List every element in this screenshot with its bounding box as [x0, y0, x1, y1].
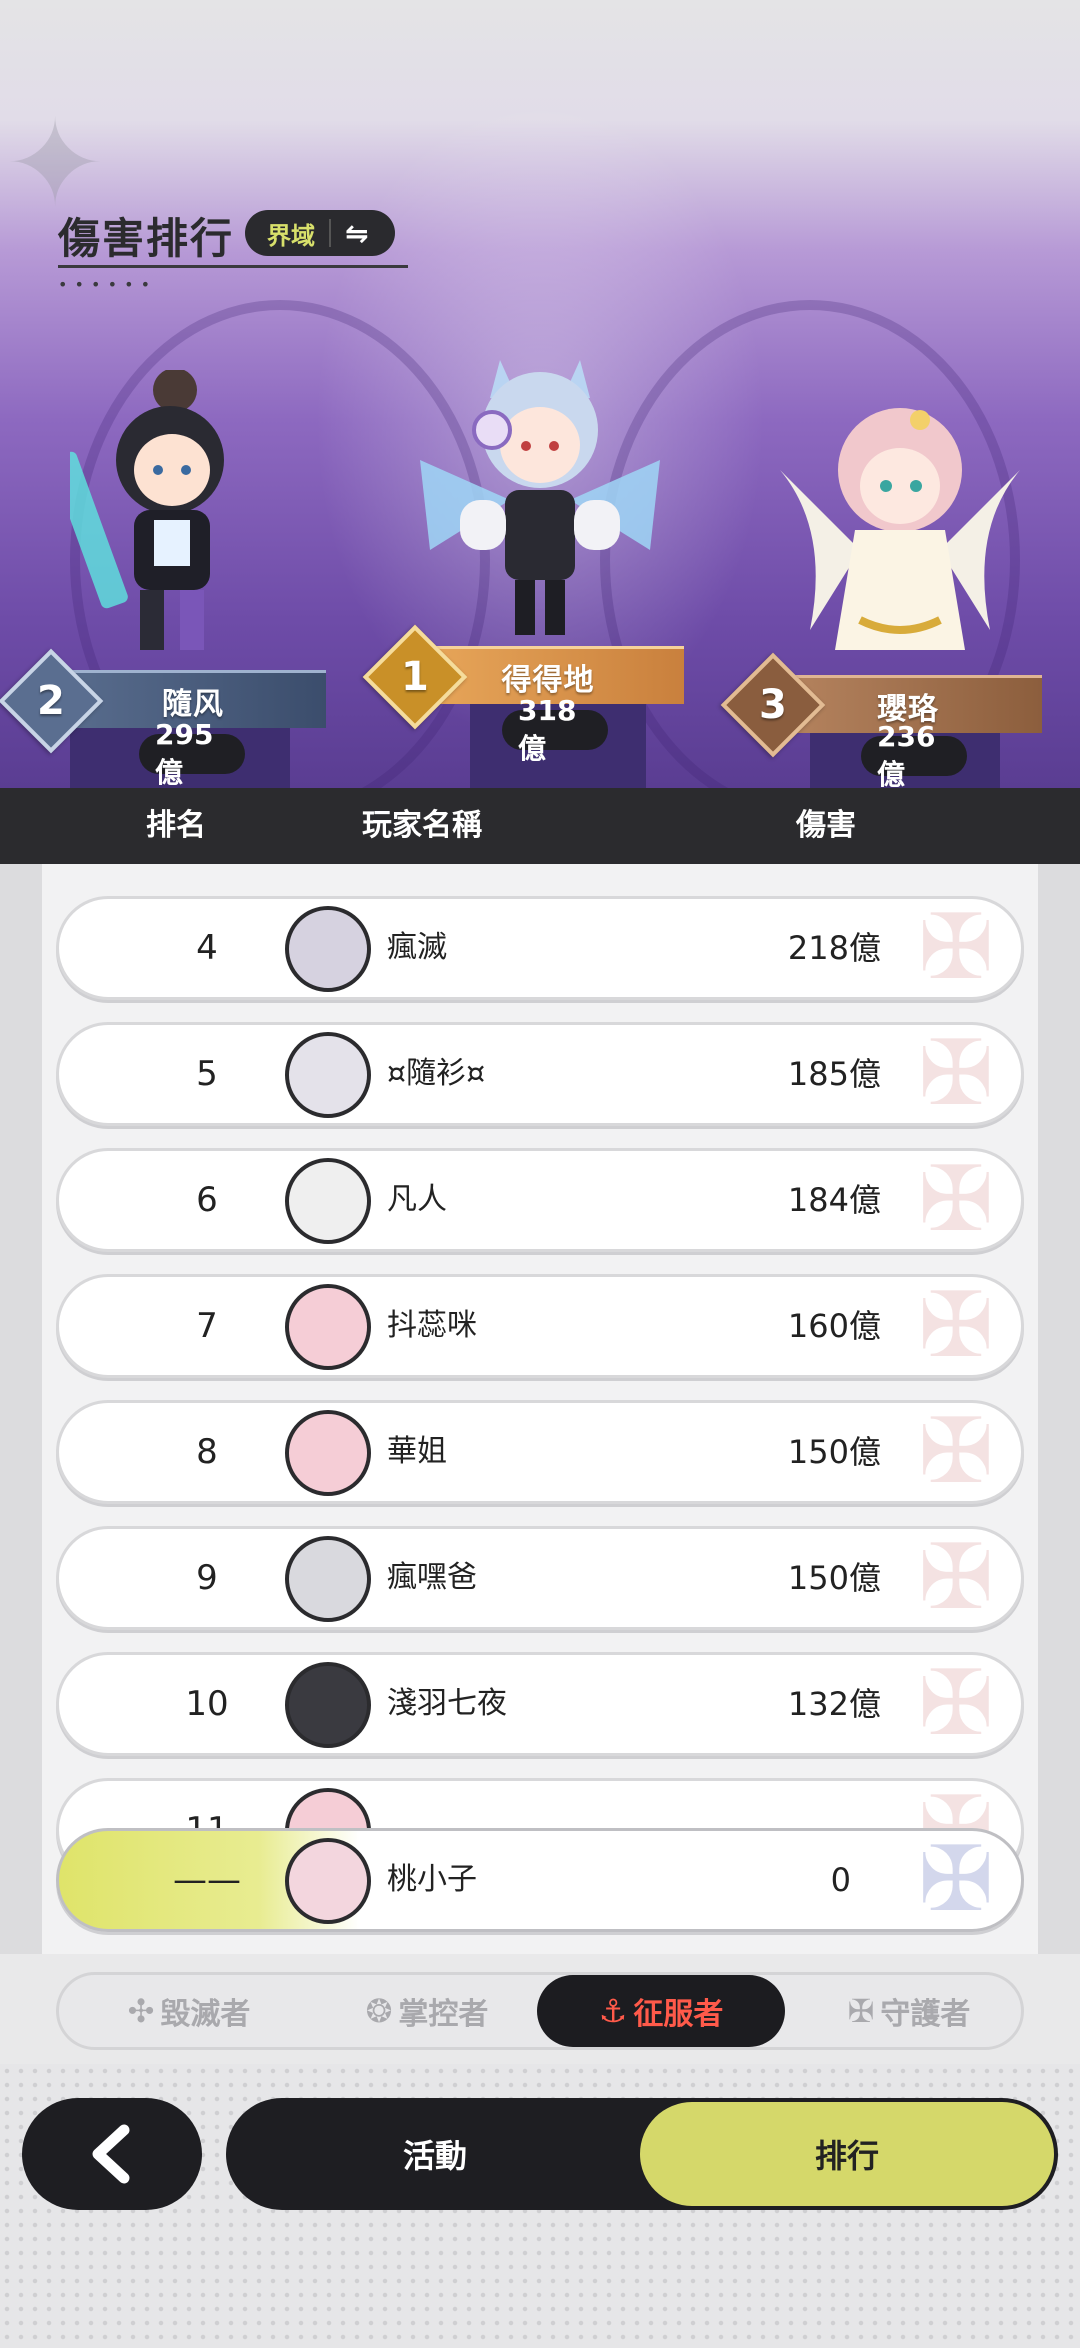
- podium-score-rank-2: 295億: [139, 718, 245, 789]
- guardian-icon: ✠: [847, 1992, 875, 2030]
- row-rank: 5: [196, 1054, 218, 1094]
- row-player-name: 瘋滅: [387, 930, 447, 965]
- swap-icon: ⇋: [345, 216, 369, 250]
- row-player-name: ¤隨衫¤: [387, 1056, 486, 1091]
- table-row[interactable]: 9 瘋嘿爸 150億 ✠: [56, 1526, 1024, 1630]
- list-side-left: [0, 864, 42, 1954]
- conqueror-icon: ⚓: [598, 1992, 628, 2030]
- row-rank: 6: [196, 1180, 218, 1220]
- row-player-name: 華姐: [387, 1434, 447, 1469]
- avatar: [285, 1536, 371, 1622]
- conqueror-crest-icon: ✠: [918, 1274, 994, 1378]
- conqueror-crest-icon: ✠: [918, 1652, 994, 1756]
- table-header: 排名 玩家名稱 傷害: [0, 788, 1080, 864]
- row-damage: 160億: [787, 1307, 881, 1345]
- row-rank: 9: [196, 1558, 218, 1598]
- col-player-header: 玩家名稱: [362, 808, 482, 843]
- col-damage-header: 傷害: [796, 808, 856, 843]
- avatar: [285, 1158, 371, 1244]
- tab-ranking[interactable]: 排行: [640, 2102, 1054, 2206]
- self-player-name: 桃小子: [387, 1862, 477, 1897]
- tab-label: 毀滅者: [160, 1997, 251, 2032]
- title-block: 傷害排行 • • • • • •: [58, 205, 408, 294]
- tab-label: 掌控者: [398, 1997, 489, 2032]
- row-player-name: 瘋嘿爸: [387, 1560, 477, 1595]
- page-title: 傷害排行: [58, 214, 235, 263]
- avatar: [285, 1410, 371, 1496]
- table-row[interactable]: 4 瘋滅 218億 ✠: [56, 896, 1024, 1000]
- table-row[interactable]: 5 ¤隨衫¤ 185億 ✠: [56, 1022, 1024, 1126]
- chevron-left-icon: [92, 2124, 130, 2184]
- tab-conqueror[interactable]: ⚓ 征服者: [537, 1975, 785, 2047]
- tab-activity[interactable]: 活動: [230, 2102, 640, 2206]
- row-rank: 8: [196, 1432, 218, 1472]
- table-row[interactable]: 10 淺羽七夜 132億 ✠: [56, 1652, 1024, 1756]
- row-damage: 132億: [787, 1685, 881, 1723]
- conqueror-crest-icon: ✠: [918, 1526, 994, 1630]
- conqueror-crest-icon: ✠: [918, 896, 994, 1000]
- list-side-right: [1038, 864, 1080, 1954]
- back-button[interactable]: [22, 2098, 202, 2210]
- self-damage: 0: [830, 1861, 851, 1899]
- tab-destroyer[interactable]: ✣ 毀滅者: [79, 1975, 299, 2047]
- row-damage: 150億: [787, 1559, 881, 1597]
- tab-controller[interactable]: ❂ 掌控者: [317, 1975, 537, 2047]
- row-rank: 10: [185, 1684, 229, 1724]
- row-damage: 218億: [787, 929, 881, 967]
- row-damage: 185億: [787, 1055, 881, 1093]
- row-rank: 7: [196, 1306, 218, 1346]
- row-rank: 4: [196, 928, 218, 968]
- ranking-list[interactable]: 4 瘋滅 218億 ✠ 5 ¤隨衫¤ 185億 ✠ 6 凡人 184億 ✠ 7 …: [42, 864, 1038, 1954]
- avatar: [285, 1032, 371, 1118]
- podium-score-rank-1: 318億: [502, 694, 608, 765]
- podium-score-rank-3: 236億: [861, 720, 967, 791]
- self-rank-row[interactable]: —— 桃小子 0 ✠: [56, 1828, 1024, 1932]
- avatar: [285, 1838, 371, 1924]
- avatar: [285, 1662, 371, 1748]
- conqueror-crest-icon: ✠: [918, 1022, 994, 1126]
- row-damage: 184億: [787, 1181, 881, 1219]
- tab-guardian[interactable]: ✠ 守護者: [799, 1975, 1019, 2047]
- character-rank-2[interactable]: [70, 370, 260, 670]
- col-rank-header: 排名: [146, 808, 206, 843]
- row-damage: 150億: [787, 1433, 881, 1471]
- conqueror-crest-icon: ✠: [918, 1148, 994, 1252]
- avatar: [285, 1284, 371, 1370]
- category-tabs: ✣ 毀滅者 ❂ 掌控者 ⚓ 征服者 ✠ 守護者: [56, 1972, 1024, 2050]
- realm-toggle-button[interactable]: 界域 ⇋: [245, 210, 395, 256]
- title-underline: [58, 265, 408, 268]
- character-rank-1[interactable]: [400, 350, 680, 650]
- row-player-name: 淺羽七夜: [387, 1686, 507, 1721]
- table-row[interactable]: 8 華姐 150億 ✠: [56, 1400, 1024, 1504]
- tab-label: 守護者: [880, 1997, 971, 2032]
- guardian-crest-icon: ✠: [918, 1828, 994, 1932]
- tab-label: 征服者: [633, 1997, 724, 2032]
- destroyer-icon: ✣: [127, 1992, 155, 2030]
- row-player-name: 凡人: [387, 1182, 447, 1217]
- realm-toggle-label: 界域: [267, 221, 315, 250]
- character-rank-3[interactable]: [770, 390, 1030, 680]
- table-row[interactable]: 7 抖蕊咪 160億 ✠: [56, 1274, 1024, 1378]
- self-rank: ——: [173, 1860, 241, 1900]
- toggle-separator: [329, 219, 331, 247]
- title-dots: • • • • • •: [58, 275, 152, 294]
- conqueror-crest-icon: ✠: [918, 1400, 994, 1504]
- avatar: [285, 906, 371, 992]
- table-row[interactable]: 6 凡人 184億 ✠: [56, 1148, 1024, 1252]
- controller-icon: ❂: [365, 1992, 393, 2030]
- row-player-name: 抖蕊咪: [387, 1308, 477, 1343]
